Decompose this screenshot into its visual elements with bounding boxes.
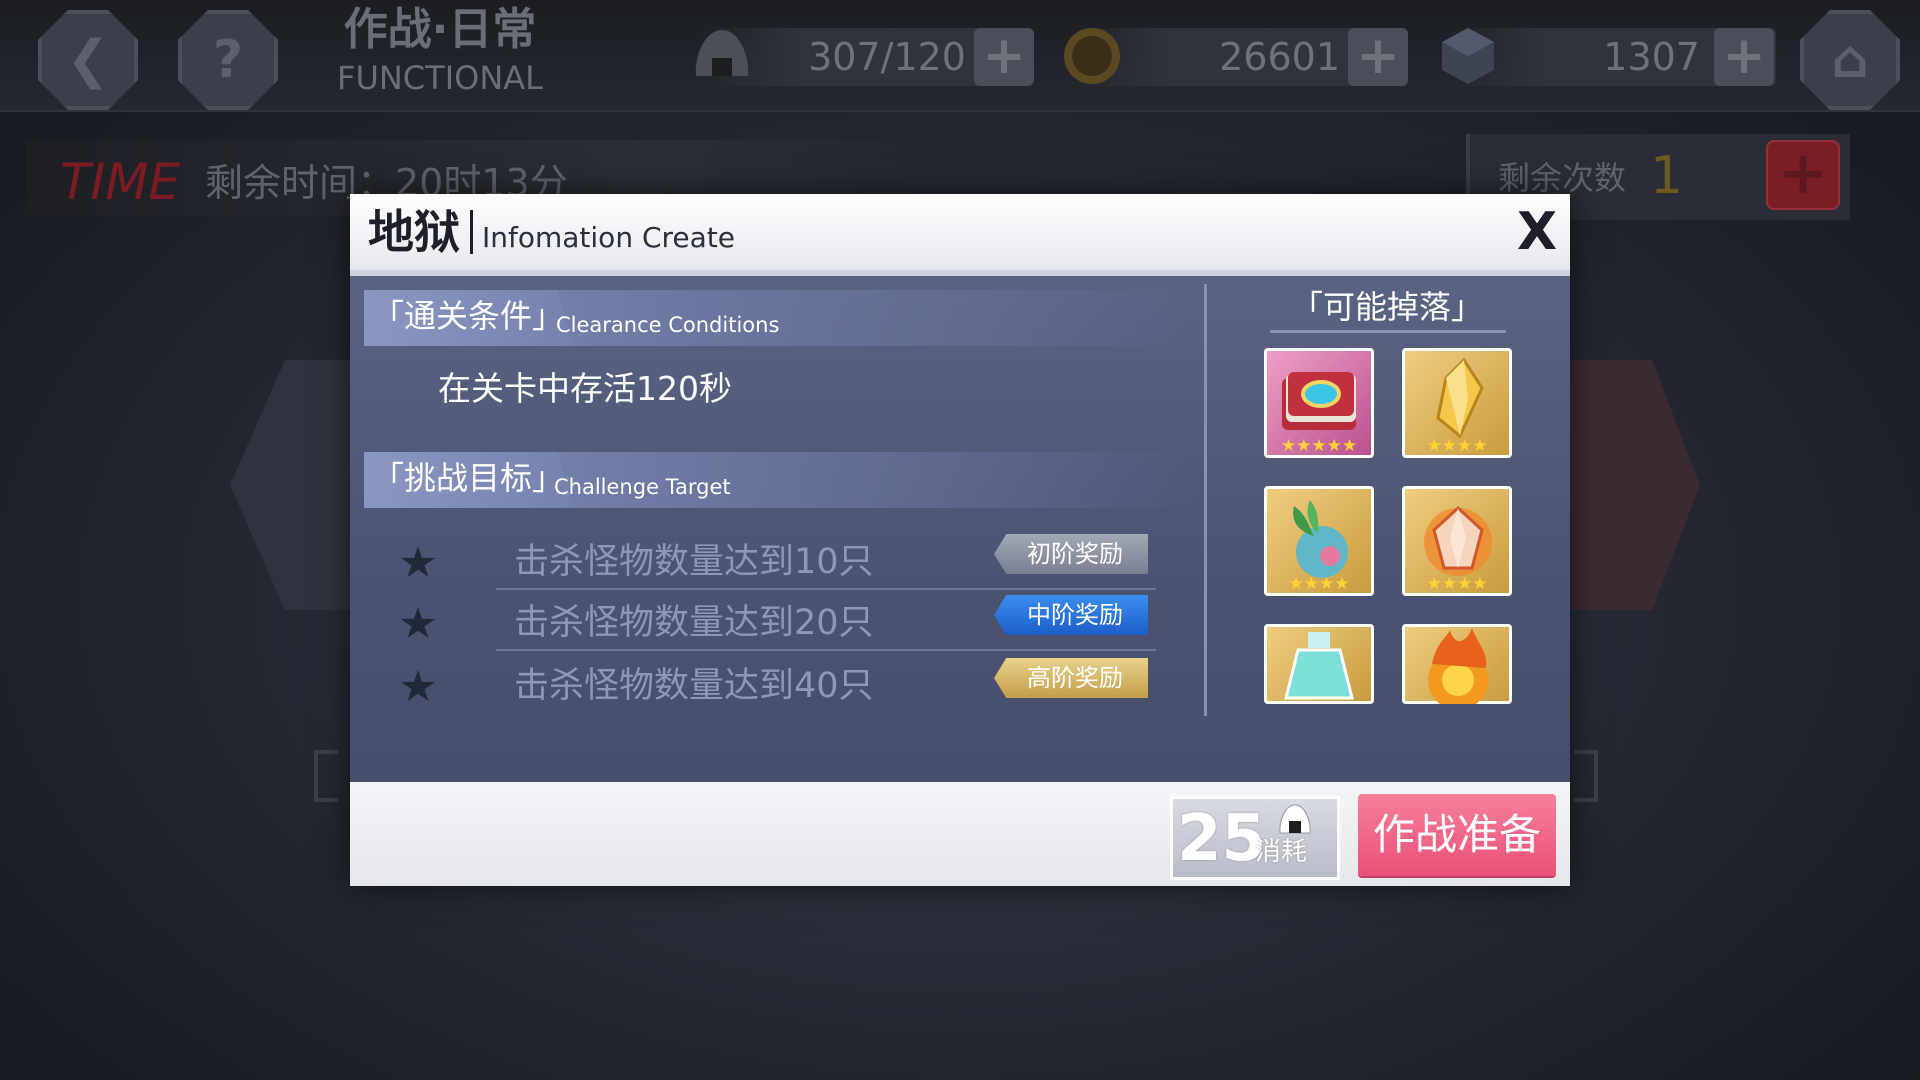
star-icon <box>400 670 436 701</box>
target-text: 击杀怪物数量达到20只 <box>514 603 874 643</box>
home-icon: ⌂ <box>1831 30 1869 90</box>
rarity-stars: ★★★★ <box>1426 436 1488 456</box>
challenge-title-en: Challenge Target <box>554 475 731 499</box>
dialog-subtitle: Infomation Create <box>482 221 735 254</box>
reward-badge-high[interactable]: 高阶奖励 <box>994 658 1148 698</box>
question-icon: ? <box>212 30 244 90</box>
stage-info-dialog: 地狱 Infomation Create X 「通关条件」 Clearance … <box>350 194 1570 886</box>
cost-value: 25 <box>1177 802 1267 876</box>
title-divider <box>470 210 473 254</box>
target-text: 击杀怪物数量达到40只 <box>514 666 874 706</box>
target-text: 击杀怪物数量达到10只 <box>514 542 874 582</box>
coin-icon <box>1064 28 1120 84</box>
star-icon <box>400 546 436 577</box>
add-gem-button[interactable]: + <box>1714 28 1774 86</box>
drops-title-underline <box>1270 330 1506 333</box>
row-divider <box>496 649 1156 651</box>
time-tag: TIME <box>60 153 181 211</box>
back-button[interactable]: ❮ <box>38 10 138 110</box>
chevron-left-icon: ❮ <box>66 30 110 90</box>
rarity-stars: ★★★★ <box>1288 574 1350 594</box>
drop-item-skill-book[interactable]: ★★★★★ <box>1264 348 1374 458</box>
dialog-title: 地狱 <box>368 205 460 259</box>
gem-cube-icon <box>1442 28 1494 84</box>
drop-item-flame-orb[interactable] <box>1402 624 1512 704</box>
hud-title: 作战·日常 <box>343 4 537 55</box>
stamina-cost: 25 消耗 <box>1170 796 1340 880</box>
target-row: 击杀怪物数量达到20只 中阶奖励 <box>384 593 1194 653</box>
dialog-header: 地狱 Infomation Create X <box>350 194 1570 276</box>
add-attempts-button[interactable]: + <box>1766 140 1840 210</box>
help-button[interactable]: ? <box>178 10 278 110</box>
row-divider <box>496 588 1156 590</box>
drops-title: 「可能掉落」 <box>1290 288 1483 326</box>
column-divider <box>1204 284 1207 716</box>
rarity-stars: ★★★★ <box>1426 574 1488 594</box>
coin-value: 26601 <box>1219 35 1340 79</box>
add-stamina-button[interactable]: + <box>974 28 1034 86</box>
reward-badge-basic[interactable]: 初阶奖励 <box>994 534 1148 574</box>
bracket-left <box>314 750 338 802</box>
reward-badge-mid[interactable]: 中阶奖励 <box>994 595 1148 635</box>
battle-prepare-button[interactable]: 作战准备 <box>1358 794 1556 876</box>
potion-bottle-icon <box>1284 632 1354 700</box>
remaining-attempts-count: 1 <box>1650 146 1684 206</box>
drop-item-fire-gem[interactable]: ★★★★ <box>1402 486 1512 596</box>
close-button[interactable]: X <box>1512 202 1562 262</box>
target-row: 击杀怪物数量达到10只 初阶奖励 <box>384 532 1194 592</box>
bracket-right <box>1574 750 1598 802</box>
cost-label: 消耗 <box>1255 837 1308 867</box>
flame-orb-icon <box>1428 628 1488 704</box>
home-button[interactable]: ⌂ <box>1800 10 1900 110</box>
dialog-footer: 25 消耗 作战准备 <box>350 782 1570 886</box>
rarity-stars: ★★★★★ <box>1280 436 1358 456</box>
drop-item-gold-crystal[interactable]: ★★★★ <box>1402 348 1512 458</box>
challenge-title: 「挑战目标」 <box>372 459 565 497</box>
clearance-title-en: Clearance Conditions <box>556 313 780 337</box>
stamina-value: 307/120 <box>808 35 966 79</box>
gem-value: 1307 <box>1603 35 1700 79</box>
add-coin-button[interactable]: + <box>1348 28 1408 86</box>
star-icon <box>400 607 436 638</box>
rice-ball-icon <box>1279 804 1311 834</box>
target-row: 击杀怪物数量达到40只 高阶奖励 <box>384 656 1194 716</box>
clearance-title: 「通关条件」 <box>372 297 565 335</box>
hud-subtitle: FUNCTIONAL <box>337 59 543 97</box>
rice-ball-icon <box>695 30 749 76</box>
clearance-condition: 在关卡中存活120秒 <box>438 369 732 408</box>
drop-item-potion[interactable] <box>1264 624 1374 704</box>
drop-item-seed-pod[interactable]: ★★★★ <box>1264 486 1374 596</box>
